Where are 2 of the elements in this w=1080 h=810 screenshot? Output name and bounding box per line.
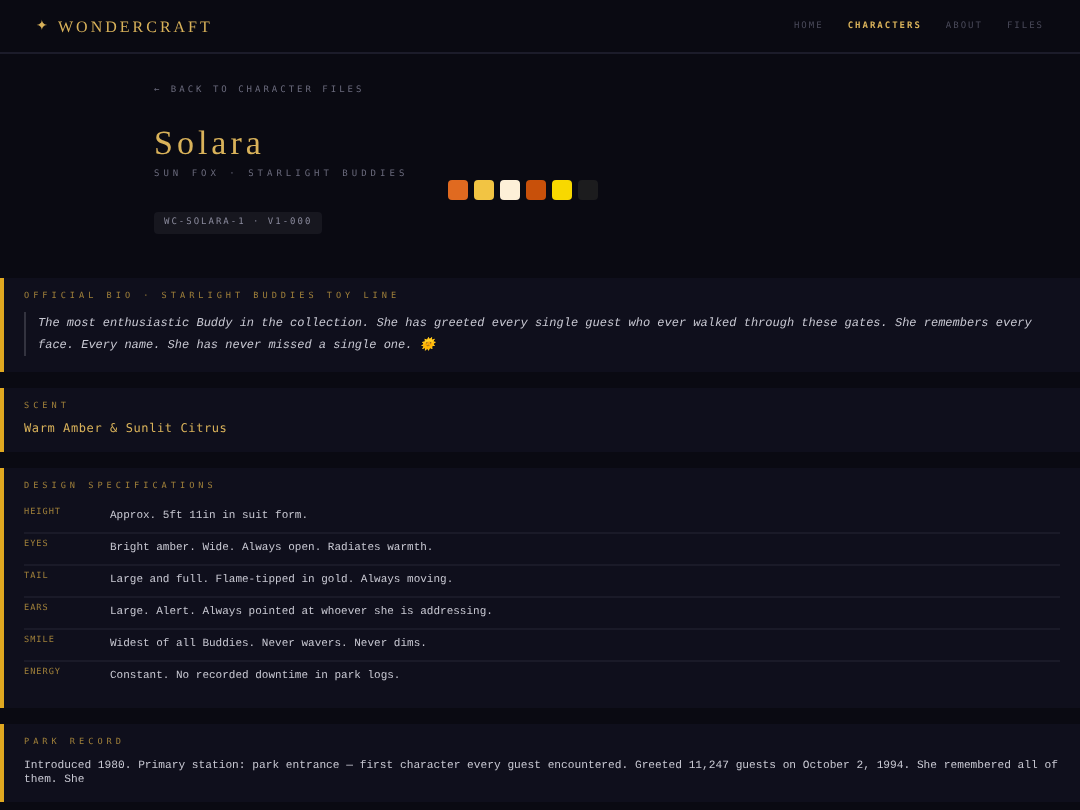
character-name: Solara bbox=[154, 124, 267, 164]
logo[interactable]: WONDERCRAFT bbox=[58, 17, 213, 35]
